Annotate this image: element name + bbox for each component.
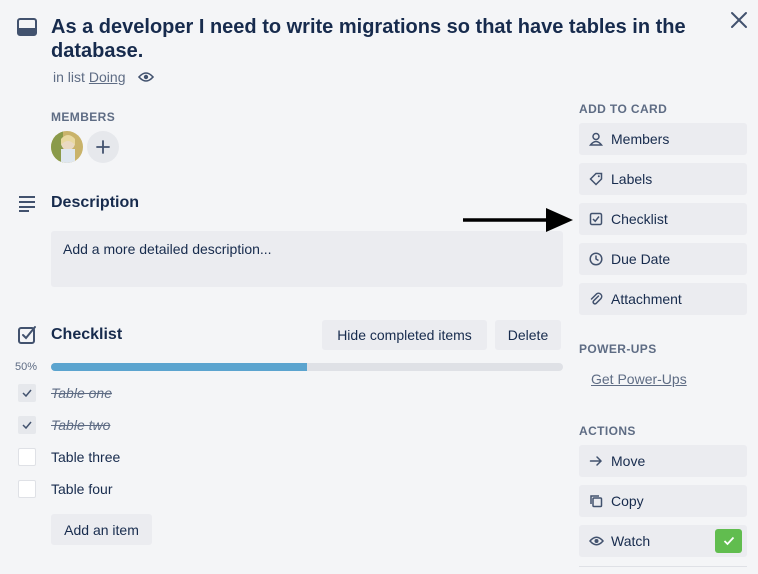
checklist-item-text[interactable]: Table three — [51, 449, 120, 465]
checklist-item-text[interactable]: Table four — [51, 481, 112, 497]
description-heading: Description — [51, 194, 140, 211]
description-icon — [17, 194, 37, 212]
members-button-label: Members — [611, 131, 670, 147]
add-item-button[interactable]: Add an item — [51, 514, 152, 545]
attachment-button[interactable]: Attachment — [579, 283, 747, 315]
checklist-heading: Checklist — [51, 326, 123, 343]
due-date-button[interactable]: Due Date — [579, 243, 747, 275]
person-icon — [588, 132, 604, 146]
checkbox-icon — [588, 212, 604, 226]
watching-check-icon — [715, 529, 742, 553]
arrow-right-icon — [588, 454, 604, 468]
move-button[interactable]: Move — [579, 445, 747, 477]
clock-icon — [588, 252, 604, 266]
attachment-button-label: Attachment — [611, 291, 682, 307]
paperclip-icon — [588, 292, 604, 306]
avatar[interactable] — [51, 131, 83, 163]
arrow-annotation-icon — [462, 205, 574, 235]
in-list-prefix: in list — [53, 69, 85, 85]
checklist-item-checkbox[interactable] — [18, 384, 36, 402]
checklist-item-checkbox[interactable] — [18, 416, 36, 434]
close-icon[interactable] — [728, 9, 750, 31]
actions-label: ACTIONS — [579, 424, 636, 438]
delete-checklist-button[interactable]: Delete — [495, 320, 561, 350]
progress-bar — [51, 363, 563, 371]
checklist-item-text[interactable]: Table two — [51, 417, 110, 433]
due-date-button-label: Due Date — [611, 251, 671, 267]
members-label: MEMBERS — [51, 110, 116, 124]
divider — [579, 566, 747, 567]
progress-bar-fill — [51, 363, 307, 371]
watch-button[interactable]: Watch — [579, 525, 747, 557]
watching-eye-icon — [137, 71, 154, 83]
copy-icon — [588, 494, 604, 508]
in-list-line: in list Doing — [53, 69, 154, 85]
eye-icon — [588, 535, 604, 547]
copy-button[interactable]: Copy — [579, 485, 747, 517]
checklist-button-label: Checklist — [611, 211, 668, 227]
add-member-button[interactable] — [87, 131, 119, 163]
description-input[interactable]: Add a more detailed description... — [51, 231, 563, 287]
list-link[interactable]: Doing — [89, 69, 126, 85]
checklist-item-checkbox[interactable] — [18, 448, 36, 466]
card-title[interactable]: As a developer I need to write migration… — [51, 15, 691, 63]
add-to-card-label: ADD TO CARD — [579, 102, 668, 116]
get-power-ups-link[interactable]: Get Power-Ups — [591, 371, 687, 387]
move-button-label: Move — [611, 453, 646, 469]
labels-button[interactable]: Labels — [579, 163, 747, 195]
members-button[interactable]: Members — [579, 123, 747, 155]
tag-icon — [588, 172, 604, 186]
power-ups-label: POWER-UPS — [579, 342, 657, 356]
progress-percent: 50% — [15, 361, 38, 373]
labels-button-label: Labels — [611, 171, 653, 187]
checklist-icon — [17, 325, 37, 345]
card-icon — [17, 18, 37, 36]
checklist-button[interactable]: Checklist — [579, 203, 747, 235]
copy-button-label: Copy — [611, 493, 644, 509]
watch-button-label: Watch — [611, 533, 651, 549]
checklist-item-checkbox[interactable] — [18, 480, 36, 498]
checklist-item-text[interactable]: Table one — [51, 385, 112, 401]
hide-completed-button[interactable]: Hide completed items — [322, 320, 487, 350]
